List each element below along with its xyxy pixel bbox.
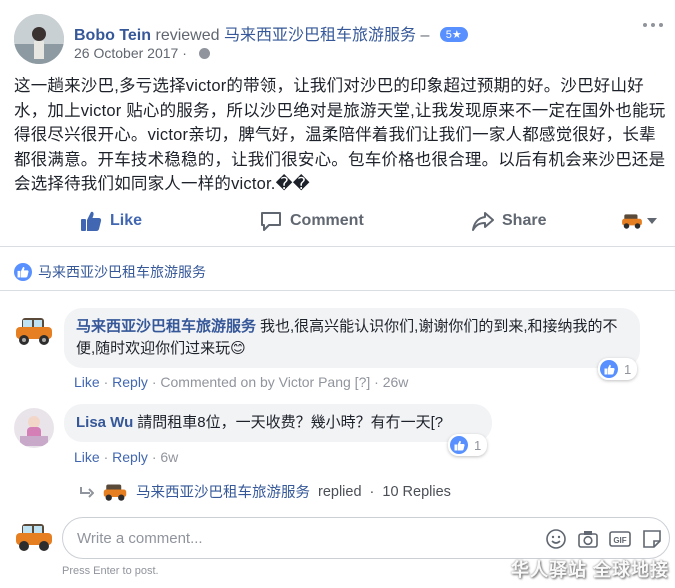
post-date: 26 October 2017 · (74, 45, 210, 61)
share-arrow-icon (472, 212, 494, 231)
page-identity-selector[interactable] (621, 212, 657, 230)
author-avatar[interactable] (14, 14, 64, 64)
commenter-name[interactable]: 马来西亚沙巴租车旅游服务 (76, 318, 256, 335)
meta-dot: · (151, 374, 157, 390)
meta-dot: · (103, 374, 109, 390)
comment-like-link[interactable]: Like (74, 374, 100, 390)
like-reaction-icon (600, 360, 618, 378)
dash: – (420, 27, 430, 44)
comment-reply-link[interactable]: Reply (112, 449, 148, 465)
press-enter-hint: Press Enter to post. (62, 565, 159, 577)
comment-time[interactable]: 6w (160, 449, 178, 465)
comment-reactions[interactable]: 1 (448, 434, 488, 456)
like-reaction-icon (14, 263, 32, 281)
speech-bubble-icon (261, 212, 281, 231)
rating-badge: 5★ (439, 27, 468, 42)
meta-dot: · (151, 449, 157, 465)
comment-input[interactable]: Write a comment... GIF (62, 517, 670, 559)
reviewed-word: reviewed (155, 27, 220, 44)
comment-time[interactable]: 26w (383, 374, 409, 390)
post-body: 这一趟来沙巴,多亏选择victor的带领，让我们对沙巴的印象超过预期的好。沙巴好… (14, 77, 666, 193)
emoji-icon[interactable] (545, 528, 567, 550)
car-logo-icon (622, 214, 642, 229)
comment-text: 請問租車8位，一天收费？幾小時？有冇一天[? (137, 414, 444, 431)
caret-down-icon (647, 218, 657, 224)
comment-like-link[interactable]: Like (74, 449, 100, 465)
like-reaction-icon (450, 436, 468, 454)
reply-arrow-icon (80, 486, 94, 498)
camera-icon[interactable] (577, 528, 599, 550)
thumbs-up-icon (81, 211, 102, 231)
post-head-line: Bobo Tein reviewed 马来西亚沙巴租车旅游服务 – 5★ (74, 21, 468, 45)
comment-item: 马来西亚沙巴租车旅游服务 我也,很高兴能认识你们,谢谢你们的到来,和接纳我的不便,… (14, 308, 664, 398)
share-button[interactable]: Share (472, 210, 546, 232)
comment-bubble: 马来西亚沙巴租车旅游服务 我也,很高兴能认识你们,谢谢你们的到来,和接纳我的不便,… (64, 308, 640, 368)
comment-item: Lisa Wu 請問租車8位，一天收费？幾小時？有冇一天[? 1 Like · R… (14, 404, 664, 474)
comment-button[interactable]: Comment (260, 210, 675, 232)
globe-icon (198, 48, 210, 59)
comment-meta: Like · Reply · 6w (74, 449, 178, 465)
composer-avatar (14, 518, 54, 558)
comment-meta: Like · Reply · Commented on by Victor Pa… (74, 374, 408, 390)
commenter-avatar[interactable] (14, 312, 54, 352)
view-replies-link[interactable]: 马来西亚沙巴租车旅游服务 replied · 10 Replies (80, 481, 451, 502)
comment-placeholder: Write a comment... (77, 530, 203, 547)
car-logo-icon (103, 484, 127, 501)
like-summary-name: 马来西亚沙巴租车旅游服务 (38, 264, 206, 280)
replied-word: replied (318, 483, 362, 500)
more-options-icon[interactable] (641, 18, 665, 32)
page-link[interactable]: 马来西亚沙巴租车旅游服务 (224, 27, 416, 44)
like-label: Like (110, 212, 143, 229)
replies-dot: · (369, 483, 375, 500)
commenter-avatar[interactable] (14, 408, 54, 448)
commented-on-by: Commented on by Victor Pang [?] (160, 374, 371, 390)
post-date-text[interactable]: 26 October 2017 (74, 45, 178, 61)
like-summary[interactable]: 马来西亚沙巴租车旅游服务 (14, 262, 206, 282)
reaction-count: 1 (624, 361, 632, 377)
sticker-icon[interactable] (641, 528, 663, 550)
comment-composer: Write a comment... GIF (14, 514, 670, 562)
replies-count: 10 Replies (382, 483, 451, 500)
svg-text:GIF: GIF (613, 536, 626, 545)
replier-name: 马来西亚沙巴租车旅游服务 (136, 485, 310, 501)
watermark: 华人驿站 全球地接 (510, 560, 669, 580)
divider (0, 290, 675, 291)
comment-reactions[interactable]: 1 (598, 358, 638, 380)
share-label: Share (502, 212, 547, 229)
post-header: Bobo Tein reviewed 马来西亚沙巴租车旅游服务 – 5★ 26 … (14, 14, 665, 70)
meta-dot: · (103, 449, 109, 465)
comment-label: Comment (290, 212, 364, 229)
like-button[interactable]: Like (80, 210, 142, 232)
meta-dot: · (374, 374, 379, 390)
divider (0, 246, 675, 247)
author-name[interactable]: Bobo Tein (74, 27, 151, 44)
comment-reply-link[interactable]: Reply (112, 374, 148, 390)
post-action-bar: Like Comment Share (0, 200, 675, 244)
comment-bubble: Lisa Wu 請問租車8位，一天收费？幾小時？有冇一天[? (64, 404, 492, 442)
commenter-name[interactable]: Lisa Wu (76, 414, 133, 431)
reaction-count: 1 (474, 437, 482, 453)
date-dot: · (182, 45, 187, 61)
gif-icon[interactable]: GIF (609, 528, 631, 550)
smile-emoji: 😊 (230, 340, 246, 357)
